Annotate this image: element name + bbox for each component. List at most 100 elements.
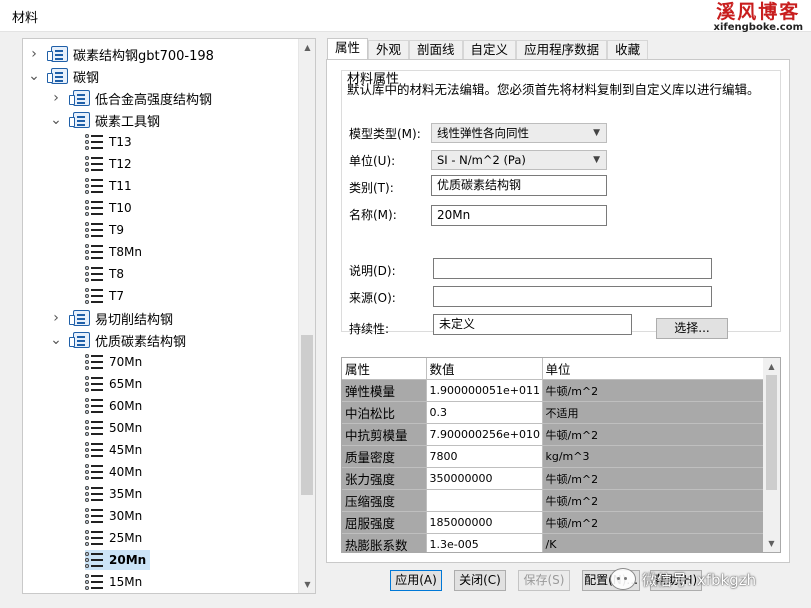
- header-property[interactable]: 属性: [342, 358, 427, 380]
- tree-material-item[interactable]: 20Mn: [85, 550, 151, 570]
- tree-folder-item[interactable]: › 低合金高强度结构钢: [49, 88, 212, 108]
- tab-custom[interactable]: 自定义: [462, 40, 517, 60]
- tab-favorites[interactable]: 收藏: [607, 40, 649, 60]
- property-unit-cell: 牛顿/m^2: [542, 489, 766, 512]
- tree-material-item[interactable]: 65Mn: [71, 374, 142, 394]
- expander-open-icon[interactable]: ⌄: [27, 68, 41, 84]
- property-unit-cell: 牛顿/m^2: [542, 467, 766, 490]
- tree-material-item[interactable]: 25Mn: [71, 528, 142, 548]
- tree-material-item[interactable]: T8Mn: [71, 242, 142, 262]
- tree-folder-item[interactable]: › 易切削结构钢: [49, 308, 173, 328]
- property-grid[interactable]: 属性 数值 单位 弹性模量 1.900000051e+011 牛顿/m^2 中泊松比 0…: [341, 357, 781, 553]
- property-value-cell[interactable]: 7.900000256e+010: [426, 423, 543, 446]
- tree-folder-item[interactable]: ⌄ 碳素工具钢: [49, 110, 160, 130]
- save-button[interactable]: 保存(S): [518, 570, 570, 591]
- property-value-cell[interactable]: 0.3: [426, 401, 543, 424]
- property-row[interactable]: 张力强度 350000000 牛顿/m^2: [342, 467, 766, 490]
- tree-item-label: 低合金高强度结构钢: [95, 92, 213, 108]
- material-tree[interactable]: › 碳素结构钢gbt700-198 ⌄ 碳钢 › 低合金高强度结构钢 ⌄ 碳素工具钢 T13 T1…: [22, 38, 316, 594]
- apply-button[interactable]: 应用(A): [390, 570, 442, 591]
- property-name-cell: 热膨胀系数: [342, 533, 427, 552]
- tree-material-item[interactable]: T13: [71, 132, 132, 152]
- tree-material-item[interactable]: 45Mn: [71, 440, 142, 460]
- tree-material-item[interactable]: T7: [71, 286, 124, 306]
- property-unit-cell: 不适用: [542, 401, 766, 424]
- tree-material-item[interactable]: 60Mn: [71, 396, 142, 416]
- property-value-cell[interactable]: 1.900000051e+011: [426, 379, 543, 402]
- header-unit[interactable]: 单位: [542, 358, 766, 380]
- material-list-icon: [85, 398, 103, 414]
- material-list-icon: [85, 464, 103, 480]
- tree-item-label: 40Mn: [109, 465, 143, 479]
- tree-material-item[interactable]: 40Mn: [71, 462, 142, 482]
- model-type-label: 模型类型(M):: [349, 127, 421, 141]
- property-row[interactable]: 热膨胀系数 1.3e-005/K: [342, 533, 766, 552]
- property-row[interactable]: 中抗剪模量 7.900000256e+010 牛顿/m^2: [342, 423, 766, 446]
- property-value-cell[interactable]: 7800: [426, 445, 543, 468]
- tree-item-label: 碳素结构钢gbt700-198: [73, 48, 214, 64]
- tree-material-item[interactable]: T11: [71, 176, 132, 196]
- tree-material-item[interactable]: 50Mn: [71, 418, 142, 438]
- tree-material-item[interactable]: T8: [71, 264, 124, 284]
- category-field[interactable]: 优质碳素结构钢: [431, 175, 607, 196]
- tree-folder-item[interactable]: ⌄ 优质碳素结构钢: [49, 330, 186, 350]
- header-value[interactable]: 数值: [426, 358, 543, 380]
- tab-crosshatch[interactable]: 剖面线: [409, 40, 463, 60]
- property-value-cell[interactable]: 350000000: [426, 467, 543, 490]
- tree-scroll-thumb[interactable]: [301, 335, 313, 495]
- tree-scrollbar[interactable]: ▲ ▼: [298, 39, 315, 593]
- close-button[interactable]: 关闭(C): [454, 570, 506, 591]
- select-button[interactable]: 选择...: [656, 318, 728, 339]
- tree-folder-item[interactable]: › 碳素结构钢gbt700-198: [27, 44, 214, 64]
- scroll-up-icon[interactable]: ▲: [763, 358, 780, 375]
- name-label: 名称(M):: [349, 208, 397, 222]
- material-list-icon: [85, 354, 103, 370]
- tree-material-item[interactable]: T10: [71, 198, 132, 218]
- tree-material-item[interactable]: 30Mn: [71, 506, 142, 526]
- tree-item-label: T8Mn: [109, 245, 142, 259]
- property-unit-cell: /K: [542, 533, 766, 552]
- units-dropdown[interactable]: SI - N/m^2 (Pa) ▼: [431, 150, 607, 170]
- wechat-icon: [610, 568, 636, 590]
- tree-folder-item[interactable]: ⌄ 碳钢: [27, 66, 99, 86]
- tree-material-item[interactable]: T9: [71, 220, 124, 240]
- material-library-icon: [47, 46, 68, 62]
- property-row[interactable]: 中泊松比 0.3 不适用: [342, 401, 766, 424]
- sustainability-field[interactable]: 未定义: [433, 314, 632, 335]
- expander-open-icon[interactable]: ⌄: [49, 332, 63, 348]
- description-label: 说明(D):: [349, 264, 396, 278]
- property-row[interactable]: 弹性模量 1.900000051e+011 牛顿/m^2: [342, 379, 766, 402]
- expander-closed-icon[interactable]: ›: [49, 310, 63, 326]
- tab-appearance[interactable]: 外观: [368, 40, 410, 60]
- tab-application-data[interactable]: 应用程序数据: [516, 40, 608, 60]
- name-field[interactable]: 20Mn: [431, 205, 607, 226]
- material-library-icon: [69, 310, 90, 326]
- property-value-cell[interactable]: 1.3e-005: [426, 533, 543, 552]
- tab-properties[interactable]: 属性: [327, 38, 369, 60]
- scroll-down-icon[interactable]: ▼: [763, 535, 780, 552]
- tree-item-label: T11: [109, 179, 132, 193]
- grid-scrollbar[interactable]: ▲ ▼: [763, 358, 780, 552]
- scroll-up-icon[interactable]: ▲: [299, 39, 315, 56]
- expander-closed-icon[interactable]: ›: [49, 90, 63, 106]
- material-list-icon: [85, 134, 103, 150]
- description-field[interactable]: [433, 258, 712, 279]
- tree-material-item[interactable]: 35Mn: [71, 484, 142, 504]
- source-field[interactable]: [433, 286, 712, 307]
- model-type-dropdown[interactable]: 线性弹性各向同性 ▼: [431, 123, 607, 143]
- tree-material-item[interactable]: 70Mn: [71, 352, 142, 372]
- property-row[interactable]: 压缩强度 牛顿/m^2: [342, 489, 766, 512]
- tree-item-label: 碳素工具钢: [95, 114, 161, 130]
- property-value-cell[interactable]: 185000000: [426, 511, 543, 534]
- scroll-down-icon[interactable]: ▼: [299, 576, 315, 593]
- material-library-icon: [69, 332, 90, 348]
- expander-open-icon[interactable]: ⌄: [49, 112, 63, 128]
- expander-closed-icon[interactable]: ›: [27, 46, 41, 62]
- tree-material-item[interactable]: 15Mn: [71, 572, 142, 592]
- property-row[interactable]: 质量密度 7800 kg/m^3: [342, 445, 766, 468]
- tree-item-label: 易切削结构钢: [95, 312, 174, 328]
- property-value-cell[interactable]: [426, 489, 543, 512]
- property-row[interactable]: 屈服强度 185000000 牛顿/m^2: [342, 511, 766, 534]
- tree-material-item[interactable]: T12: [71, 154, 132, 174]
- grid-scroll-thumb[interactable]: [766, 375, 777, 490]
